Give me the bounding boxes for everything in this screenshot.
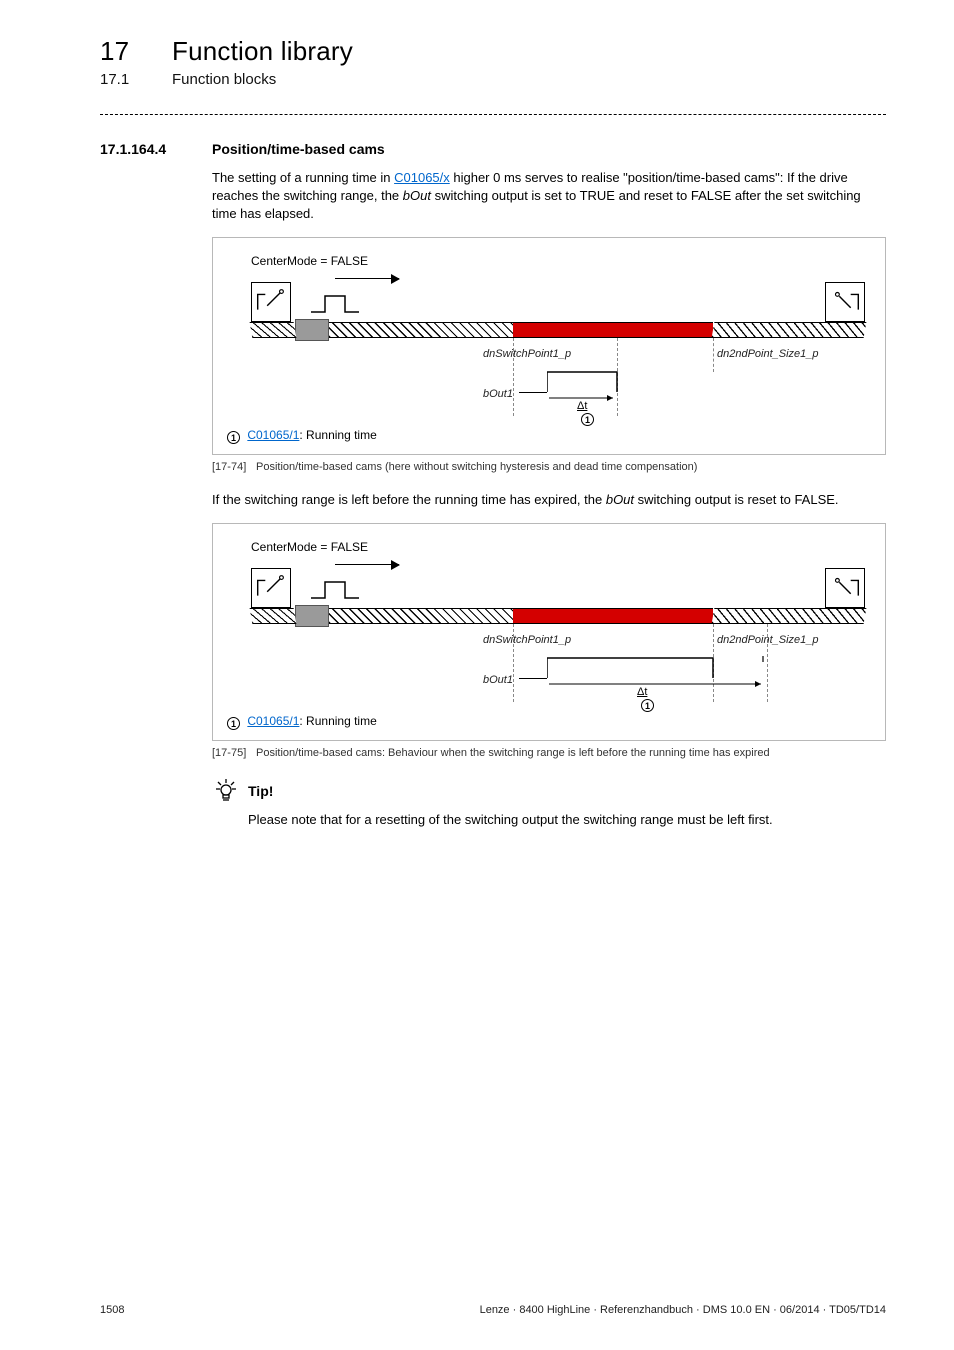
marker-1-icon: 1 [641, 699, 654, 712]
pulse-waveform-icon [547, 656, 807, 688]
bout-connector [519, 392, 547, 393]
hatch-segment [329, 322, 513, 338]
caption-text: Position/time-based cams (here without s… [256, 461, 697, 473]
tip-label: Tip! [248, 783, 273, 799]
chapter-heading: 17Function library [100, 36, 886, 67]
legend-text: : Running time [299, 714, 376, 728]
delta-t-label: Δt [637, 686, 647, 698]
subchapter-heading: 17.1Function blocks [100, 71, 886, 88]
bout-label: bOut1 [483, 388, 513, 400]
marker-1-icon: 1 [581, 413, 594, 426]
direction-arrow-icon [335, 564, 399, 565]
caption-number: [17-74] [212, 461, 256, 473]
mode-label: CenterMode = FALSE [251, 254, 368, 268]
figure-1-diagram: CenterMode = FALSE [227, 252, 871, 422]
subchapter-title: Function blocks [172, 71, 276, 88]
bout-label: bOut1 [483, 674, 513, 686]
tip-body: Please note that for a resetting of the … [248, 811, 886, 829]
mid-pre: If the switching range is left before th… [212, 492, 606, 507]
page-header: 17Function library 17.1Function blocks [100, 36, 886, 88]
switch-range-bar [513, 608, 713, 624]
delta-t-group: Δt 1 [637, 686, 654, 712]
legend-text: : Running time [299, 428, 376, 442]
figure-1-caption: [17-74]Position/time-based cams (here wi… [212, 461, 886, 473]
intro-paragraph: The setting of a running time in C01065/… [212, 169, 886, 223]
switch-point-1-label: dnSwitchPoint1_p [483, 634, 571, 646]
delta-t-label: Δt [577, 400, 587, 412]
bout-connector [519, 678, 547, 679]
lightbulb-icon [212, 777, 240, 805]
mid-italic: bOut [606, 492, 634, 507]
cam-origin-icon [251, 568, 291, 608]
mid-paragraph: If the switching range is left before th… [212, 491, 886, 509]
mode-label: CenterMode = FALSE [251, 540, 368, 554]
second-point-label: dn2ndPoint_Size1_p [717, 634, 819, 646]
cam-target-icon [825, 282, 865, 322]
mid-post: switching output is reset to FALSE. [634, 492, 839, 507]
hatch-segment [250, 608, 297, 624]
hatch-segment [250, 322, 297, 338]
figure-2-caption: [17-75]Position/time-based cams: Behavio… [212, 747, 886, 759]
body: The setting of a running time in C01065/… [212, 169, 886, 829]
delta-t-group: Δt 1 [577, 400, 594, 426]
dashed-rule [100, 114, 886, 115]
figure-1-frame: CenterMode = FALSE [212, 237, 886, 455]
caption-text: Position/time-based cams: Behaviour when… [256, 747, 770, 759]
marker-1-icon: 1 [227, 717, 240, 730]
track [251, 322, 865, 338]
page-number: 1508 [100, 1304, 124, 1316]
hatch-segment [329, 608, 513, 624]
direction-arrow-icon [335, 278, 399, 279]
subchapter-number: 17.1 [100, 71, 172, 88]
figure-2-frame: CenterMode = FALSE [212, 523, 886, 741]
hatch-segment [712, 322, 867, 338]
page: 17Function library 17.1Function blocks 1… [0, 0, 954, 1350]
cam-origin-icon [251, 282, 291, 322]
section-heading: 17.1.164.4 Position/time-based cams [100, 141, 886, 157]
section-title: Position/time-based cams [212, 141, 385, 157]
intro-italic: bOut [403, 188, 431, 203]
pulse-waveform-icon [547, 370, 657, 402]
caption-number: [17-75] [212, 747, 256, 759]
footer-info: Lenze · 8400 HighLine · Referenzhandbuch… [480, 1304, 886, 1316]
figure-2-legend: 1 C01065/1: Running time [227, 714, 871, 730]
slider-block [295, 605, 329, 627]
link-c01065-1[interactable]: C01065/1 [247, 714, 299, 728]
figure-2-diagram: CenterMode = FALSE [227, 538, 871, 708]
guide-line [713, 338, 714, 372]
second-point-label: dn2ndPoint_Size1_p [717, 348, 819, 360]
tip-heading: Tip! [212, 777, 886, 805]
track [251, 608, 865, 624]
marker-1-icon: 1 [227, 431, 240, 444]
page-footer: 1508 Lenze · 8400 HighLine · Referenzhan… [100, 1304, 886, 1316]
slider-block [295, 319, 329, 341]
chapter-number: 17 [100, 36, 172, 67]
hatch-segment [712, 608, 867, 624]
intro-pre: The setting of a running time in [212, 170, 394, 185]
link-c01065x[interactable]: C01065/x [394, 170, 450, 185]
figure-1-legend: 1 C01065/1: Running time [227, 428, 871, 444]
switch-range-bar [513, 322, 713, 338]
chapter-title: Function library [172, 36, 353, 66]
cam-target-icon [825, 568, 865, 608]
link-c01065-1[interactable]: C01065/1 [247, 428, 299, 442]
switch-point-1-label: dnSwitchPoint1_p [483, 348, 571, 360]
section-number: 17.1.164.4 [100, 141, 212, 157]
